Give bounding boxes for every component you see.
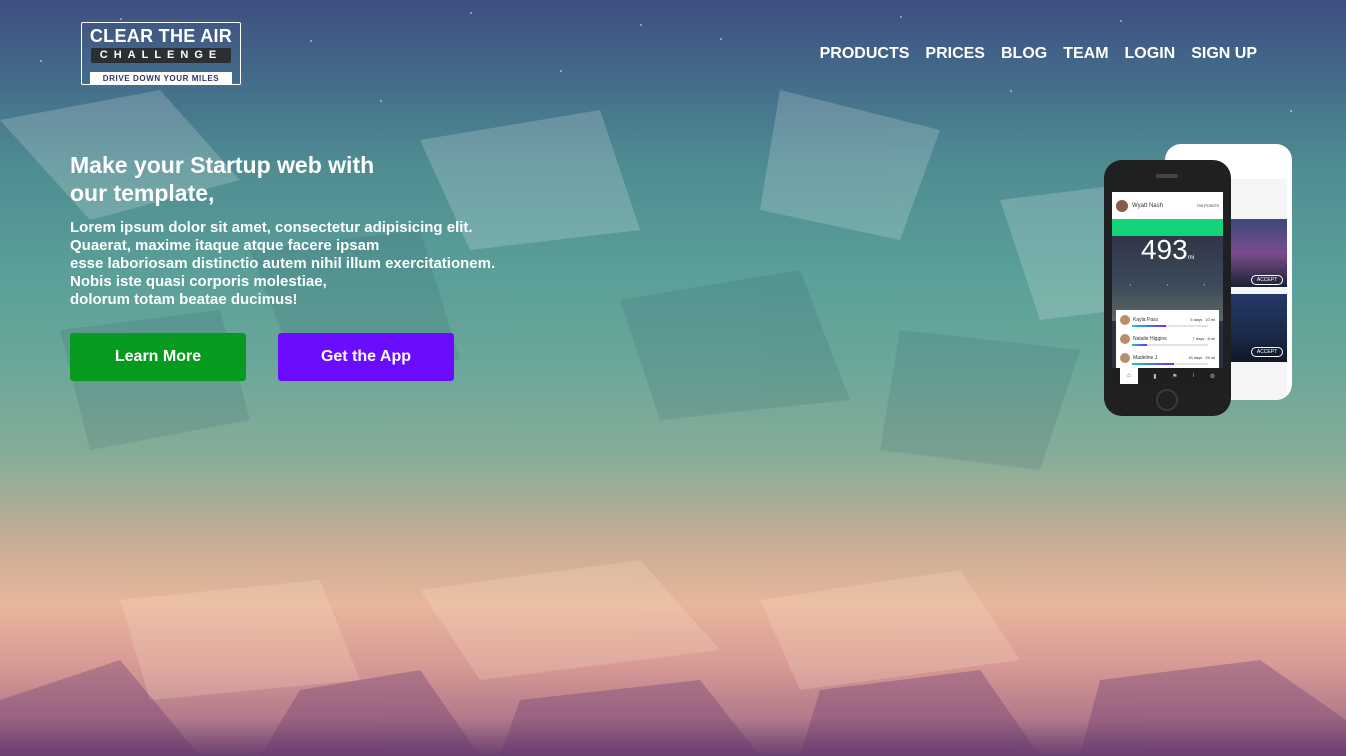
app-user-name: Wyatt Nash	[1132, 202, 1163, 209]
leader-miles: 10 mi	[1205, 317, 1215, 322]
phone-mockup-black: Wyatt Nash 745 POINTS 493mi ▪ ▪ ▪ Kayla Pa…	[1104, 160, 1231, 416]
phone-speaker	[1156, 174, 1178, 178]
main-nav: PRODUCTS PRICES BLOG TEAM LOGIN SIGN UP	[820, 44, 1257, 64]
leader-days: 15 days	[1188, 355, 1203, 360]
list-item: Natalie Higgins 7 days 8 mi	[1116, 329, 1219, 348]
progress-bar	[1132, 363, 1208, 365]
learn-more-button[interactable]: Learn More	[70, 333, 246, 381]
app-miles-value: 493	[1140, 234, 1188, 265]
flag-icon: ⚑	[1172, 373, 1178, 380]
hero-title: Make your Startup web with our template,	[70, 152, 375, 206]
logo-title: CLEAR THE AIR	[89, 26, 233, 46]
list-item: Kayla Pass 5 days 10 mi	[1116, 310, 1219, 329]
accept-button: ACCEPT	[1251, 275, 1283, 285]
logo-tagline: DRIVE DOWN YOUR MILES	[90, 72, 232, 85]
stats-icon: ▮	[1153, 373, 1157, 380]
hero-text-line: Quaerat, maxime itaque atque facere ipsa…	[70, 237, 380, 254]
settings-icon: ⚙	[1209, 373, 1216, 380]
nav-team[interactable]: TEAM	[1063, 44, 1108, 64]
phone-home-button	[1156, 389, 1178, 411]
list-item: Madeline J. 15 days 25 mi	[1116, 348, 1219, 367]
app-leaderboard: Kayla Pass 5 days 10 mi Natalie Higgins …	[1116, 310, 1219, 368]
progress-bar	[1132, 325, 1208, 327]
app-miles-unit: mi	[1187, 255, 1195, 261]
hero-text-line: dolorum totam beatae ducimus!	[70, 291, 298, 308]
nav-blog[interactable]: BLOG	[1001, 44, 1047, 64]
avatar	[1120, 333, 1130, 344]
avatar	[1116, 199, 1128, 212]
leader-days: 7 days	[1192, 336, 1205, 341]
progress-fill	[1132, 363, 1174, 365]
logo[interactable]: CLEAR THE AIR CHALLENGE DRIVE DOWN YOUR …	[81, 22, 241, 85]
nav-login[interactable]: LOGIN	[1125, 44, 1176, 64]
leader-name: Madeline J.	[1133, 354, 1159, 361]
nav-sign-up[interactable]: SIGN UP	[1191, 44, 1257, 64]
info-icon: i	[1192, 373, 1195, 379]
app-stats: ▪ ▪ ▪	[1129, 282, 1206, 287]
app-miles-panel: 493mi ▪ ▪ ▪	[1112, 236, 1223, 321]
leader-name: Kayla Pass	[1133, 316, 1159, 323]
phone-screen: Wyatt Nash 745 POINTS 493mi ▪ ▪ ▪ Kayla Pa…	[1112, 192, 1223, 384]
get-the-app-button[interactable]: Get the App	[278, 333, 454, 381]
app-topbar: Wyatt Nash 745 POINTS	[1112, 192, 1223, 219]
progress-fill	[1132, 344, 1148, 346]
progress-bar	[1132, 344, 1208, 346]
logo-subtitle: CHALLENGE	[91, 48, 231, 63]
app-tabbar: ⌂ ▮ ⚑ i ⚙	[1112, 368, 1223, 384]
hero-description: Lorem ipsum dolor sit amet, consectetur …	[70, 219, 550, 309]
leader-miles: 8 mi	[1207, 336, 1215, 341]
hero-text-line: Nobis iste quasi corporis molestiae,	[70, 273, 327, 290]
avatar	[1120, 314, 1130, 325]
hero-text-line: Lorem ipsum dolor sit amet, consectetur …	[70, 219, 473, 236]
progress-fill	[1132, 325, 1167, 327]
nav-products[interactable]: PRODUCTS	[820, 44, 910, 64]
leader-miles: 25 mi	[1205, 355, 1215, 360]
accept-button: ACCEPT	[1251, 347, 1283, 357]
avatar	[1120, 352, 1130, 363]
leader-days: 5 days	[1190, 317, 1203, 322]
leader-name: Natalie Higgins	[1133, 335, 1167, 342]
hero-text-line: esse laboriosam distinctio autem nihil i…	[70, 255, 496, 272]
app-points: 745 POINTS	[1196, 203, 1219, 208]
home-icon: ⌂	[1119, 368, 1138, 384]
nav-prices[interactable]: PRICES	[925, 44, 985, 64]
